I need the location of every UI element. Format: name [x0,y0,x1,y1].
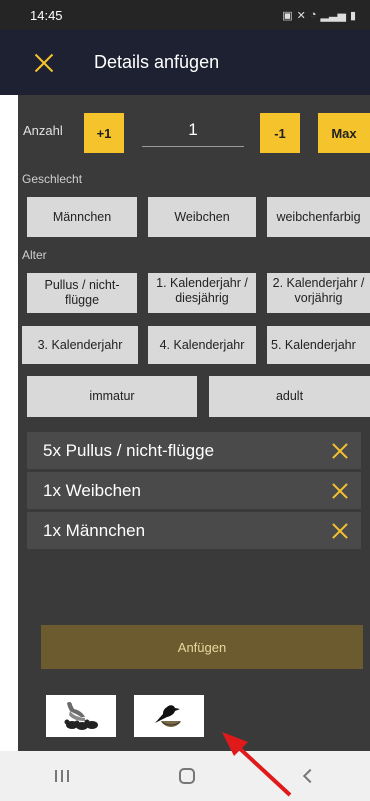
back-icon[interactable] [302,768,318,784]
signal-icon: ▂▃▅ [320,9,346,22]
app-bar: Details anfügen [0,30,370,95]
page-title: Details anfügen [94,52,220,72]
duck-family-icon [64,701,98,730]
attach-button[interactable]: Anfügen [41,625,363,669]
wifi-icon: ◔ [309,9,317,21]
age-option-4ky[interactable]: 4. Kalenderjahr [148,326,256,364]
count-field[interactable]: 1 [142,117,244,147]
details-panel: Anzahl +1 1 -1 Max Geschlecht Männchen W… [18,95,370,751]
age-option-immature[interactable]: immatur [27,376,197,417]
list-item: 5x Pullus / nicht-flügge [27,432,361,470]
age-option-3ky[interactable]: 3. Kalenderjahr [22,326,138,364]
nest-button[interactable] [134,695,204,737]
system-navigation-bar [0,751,370,801]
duck-family-button[interactable] [46,695,116,737]
list-item-text: 5x Pullus / nicht-flügge [43,440,215,460]
plus-one-button[interactable]: +1 [84,113,124,153]
sex-option-female-colored[interactable]: weibchenfarbig [267,197,370,237]
recent-apps-icon[interactable] [55,770,69,782]
battery-icon: ▮ [349,9,356,22]
bird-nest-icon [155,705,181,727]
age-label: Alter [22,248,47,262]
close-icon[interactable] [32,51,56,75]
status-bar: 14:45 ▣ ✕ ◔ ▂▃▅ ▮ [0,0,370,30]
list-item: 1x Weibchen [27,472,361,510]
mute-icon: ✕ [296,9,306,22]
sex-label: Geschlecht [22,172,83,186]
status-icons: ▣ ✕ ◔ ▂▃▅ ▮ [282,9,356,22]
age-option-2ky[interactable]: 2. Kalenderjahr / vorjährig [267,273,370,313]
count-label: Anzahl [23,123,63,138]
remove-icon[interactable] [331,522,349,540]
list-item: 1x Männchen [27,512,361,550]
list-item-text: 1x Männchen [43,520,146,540]
home-icon[interactable] [179,768,195,784]
minus-one-button[interactable]: -1 [260,113,300,153]
sex-option-female[interactable]: Weibchen [148,197,256,237]
age-option-pullus[interactable]: Pullus / nicht-flügge [27,273,137,313]
selected-details-list: 5x Pullus / nicht-flügge 1x Weibchen 1x … [27,432,361,552]
lock-icon: ▣ [282,9,293,22]
remove-icon[interactable] [331,442,349,460]
list-item-text: 1x Weibchen [43,480,141,500]
status-time: 14:45 [30,7,63,23]
remove-icon[interactable] [331,482,349,500]
sex-option-male[interactable]: Männchen [27,197,137,237]
age-option-5ky[interactable]: 5. Kalenderjahr [267,326,370,364]
age-option-1ky[interactable]: 1. Kalenderjahr / diesjährig [148,273,256,313]
age-option-adult[interactable]: adult [209,376,370,417]
max-button[interactable]: Max [318,113,370,153]
